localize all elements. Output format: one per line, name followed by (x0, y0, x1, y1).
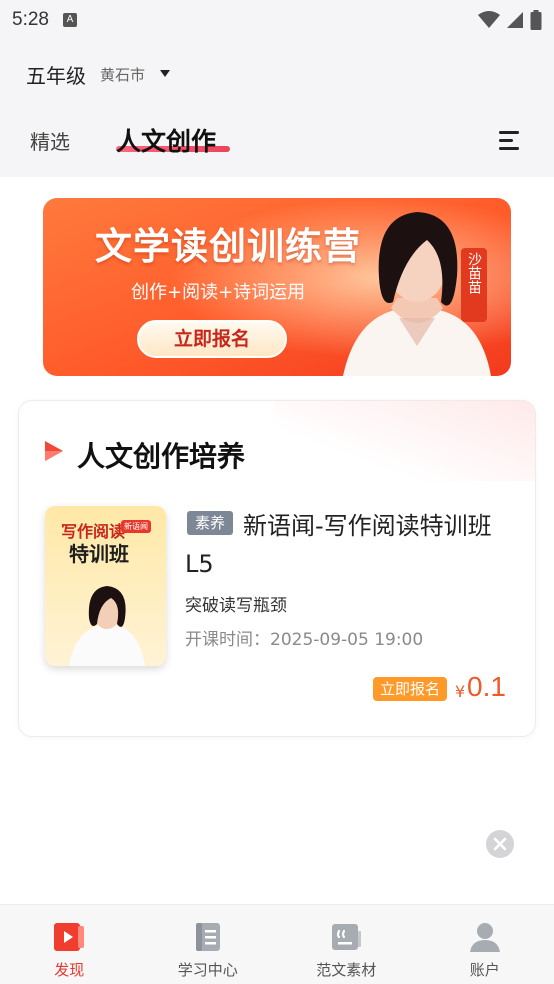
bottom-nav: 发现 学习中心 范文素材 账户 (0, 904, 554, 984)
course-start-time: 开课时间：2025-09-05 19:00 (185, 630, 424, 650)
nav-label-study-center: 学习中心 (177, 961, 238, 979)
course-thumbnail[interactable]: 写作阅读 新语闻 特训班 (45, 506, 166, 666)
city-selector[interactable]: 黄石市 (100, 64, 145, 85)
banner-subtitle: 创作+阅读+诗词运用 (131, 282, 306, 303)
section-title: 人文创作培养 (77, 440, 246, 473)
course-price: 0.1 (467, 671, 506, 702)
teacher-name-tag: 沙苗苗 (461, 248, 487, 322)
nav-item-study-center[interactable]: 学习中心 (139, 905, 278, 984)
teacher-name: 沙苗苗 (466, 252, 482, 294)
account-icon (469, 923, 500, 952)
menu-icon[interactable] (497, 128, 523, 152)
promo-banner[interactable]: 文学读创训练营 创作+阅读+诗词运用 立即报名 沙苗苗 (43, 198, 511, 376)
status-icons (478, 10, 542, 30)
app-screen: 5:28 A 五年级 黄石市 精选 人文创作 文学读创训练营 创作+阅读+诗词运… (0, 0, 554, 984)
battery-icon (530, 10, 542, 30)
course-title[interactable]: 新语闻-写作阅读特训班L5 (185, 507, 505, 583)
grade-selector[interactable]: 五年级 (26, 60, 86, 89)
course-subtitle: 突破读写瓶颈 (185, 596, 287, 616)
essay-material-icon (332, 924, 362, 950)
tab-featured[interactable]: 精选 (30, 126, 70, 155)
notification-icon: A (62, 13, 77, 27)
price-currency: ¥ (455, 682, 466, 701)
close-icon[interactable] (486, 830, 514, 858)
banner-signup-button[interactable]: 立即报名 (137, 320, 287, 358)
status-bar: 5:28 A (0, 0, 554, 40)
status-time: 5:28 (12, 9, 49, 30)
nav-label-discover: 发现 (54, 961, 85, 979)
wifi-icon (478, 11, 500, 28)
study-center-icon (195, 923, 220, 951)
nav-item-essay-material[interactable]: 范文素材 (277, 905, 416, 984)
banner-title: 文学读创训练营 (95, 224, 361, 268)
cover-badge: 新语闻 (121, 520, 151, 533)
nav-label-essay-material: 范文素材 (316, 961, 377, 979)
nav-item-account[interactable]: 账户 (416, 905, 554, 984)
discover-icon (54, 923, 85, 951)
course-title-text: 新语闻-写作阅读特训班L5 (185, 512, 492, 578)
nav-item-discover[interactable]: 发现 (0, 905, 139, 984)
caret-down-icon[interactable] (160, 70, 170, 77)
cover-title-line2: 特训班 (69, 542, 129, 566)
header: 五年级 黄石市 精选 人文创作 (0, 40, 554, 177)
course-section-card: 人文创作培养 写作阅读 新语闻 特训班 素养 新语闻-写作阅读特训班L5 突破读… (18, 400, 536, 737)
tab-humanities-creation[interactable]: 人文创作 (116, 122, 216, 158)
enroll-button[interactable]: 立即报名 (373, 677, 447, 701)
card-glow (275, 401, 535, 481)
nav-label-account: 账户 (469, 961, 500, 979)
cellular-signal-icon (507, 12, 523, 28)
section-play-icon (45, 441, 63, 461)
